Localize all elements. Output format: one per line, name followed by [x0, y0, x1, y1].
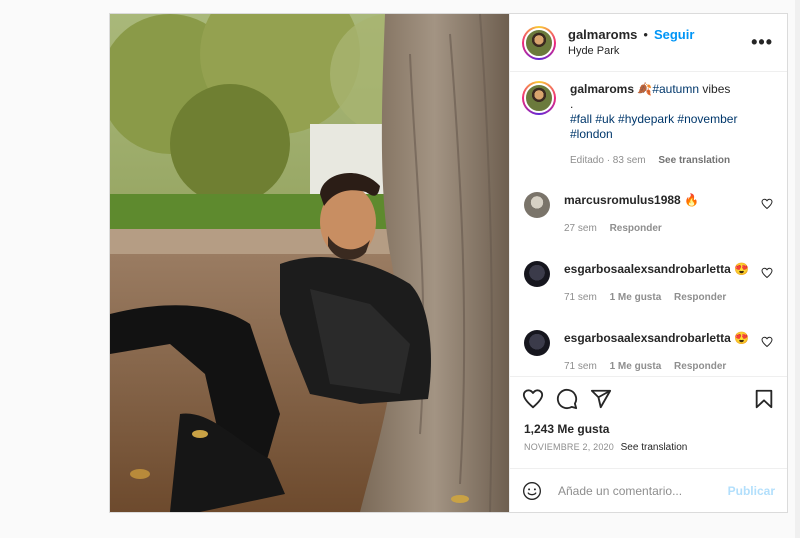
- comment-text-line: esgarbosaalexsandrobarletta 😍: [564, 330, 749, 346]
- comment-likes[interactable]: 1 Me gusta: [610, 292, 662, 303]
- hashtag-autumn[interactable]: #autumn: [652, 82, 699, 96]
- post-actions: [510, 376, 787, 420]
- comment-time[interactable]: 27 sem: [564, 223, 597, 234]
- comment-meta: 27 sem Responder: [564, 221, 699, 237]
- commenter-avatar[interactable]: [524, 192, 550, 218]
- commenter-username[interactable]: esgarbosaalexsandrobarletta: [564, 262, 731, 276]
- emoji-icon[interactable]: [522, 481, 542, 501]
- comment-heart-icon[interactable]: [761, 198, 773, 210]
- comment-time[interactable]: 71 sem: [564, 361, 597, 372]
- author-username[interactable]: galmaroms: [568, 27, 637, 43]
- comment-reply-button[interactable]: Responder: [610, 223, 662, 234]
- comment-item: esgarbosaalexsandrobarletta 😍 71 sem 1 M…: [522, 330, 773, 375]
- separator-dot: •: [643, 26, 648, 42]
- comment-body: marcusromulus1988 🔥 27 sem Responder: [564, 192, 699, 237]
- caption-see-translation[interactable]: See translation: [658, 155, 730, 166]
- add-comment-bar: Publicar: [510, 468, 787, 512]
- bookmark-icon[interactable]: [753, 388, 775, 410]
- publish-button[interactable]: Publicar: [728, 484, 775, 498]
- caption-text: vibes: [699, 82, 731, 96]
- comment-text-line: marcusromulus1988 🔥: [564, 192, 699, 208]
- comment-text-line: esgarbosaalexsandrobarletta 😍: [564, 261, 749, 277]
- post-photo[interactable]: [110, 14, 509, 512]
- comment-meta: 71 sem 1 Me gusta Responder: [564, 359, 749, 375]
- comment-item: marcusromulus1988 🔥 27 sem Responder: [522, 192, 773, 237]
- comment-reply-button[interactable]: Responder: [674, 292, 726, 303]
- commenter-username[interactable]: marcusromulus1988: [564, 193, 681, 207]
- more-icon[interactable]: •••: [751, 32, 773, 53]
- comment-text: 😍: [730, 331, 750, 345]
- caption-line1: galmaroms 🍂#autumn vibes: [570, 82, 750, 97]
- scrollbar-track[interactable]: [795, 0, 800, 538]
- comments-section: galmaroms 🍂#autumn vibes . #fall #uk #hy…: [510, 72, 787, 376]
- likes-count[interactable]: 1,243 Me gusta: [510, 420, 787, 438]
- comment-reply-button[interactable]: Responder: [674, 361, 726, 372]
- caption-body: galmaroms 🍂#autumn vibes . #fall #uk #hy…: [570, 82, 750, 168]
- header-line: galmaroms • Seguir: [568, 27, 694, 43]
- comment-input[interactable]: [556, 482, 728, 499]
- caption-line2: .: [570, 97, 574, 111]
- post-location[interactable]: Hyde Park: [568, 43, 694, 59]
- post-caption: galmaroms 🍂#autumn vibes . #fall #uk #hy…: [522, 81, 773, 168]
- post-date-row: NOVIEMBRE 2, 2020 See translation: [510, 438, 787, 462]
- comment-text: 🔥: [680, 193, 700, 207]
- caption-username[interactable]: galmaroms: [570, 82, 634, 96]
- date-see-translation[interactable]: See translation: [621, 442, 688, 453]
- caption-hashtags[interactable]: #fall #uk #hydepark #november #london: [570, 112, 750, 142]
- commenter-username[interactable]: esgarbosaalexsandrobarletta: [564, 331, 731, 345]
- commenter-avatar[interactable]: [524, 330, 550, 356]
- comment-item: esgarbosaalexsandrobarletta 😍 71 sem 1 M…: [522, 261, 773, 306]
- comment-body: esgarbosaalexsandrobarletta 😍 71 sem 1 M…: [564, 330, 749, 375]
- commenter-avatar[interactable]: [524, 261, 550, 287]
- comment-text: 😍: [730, 262, 750, 276]
- caption-edited: Editado · 83 sem: [570, 155, 646, 166]
- heart-icon[interactable]: [522, 388, 544, 410]
- follow-button[interactable]: Seguir: [654, 27, 694, 43]
- header-text: galmaroms • Seguir Hyde Park: [568, 27, 694, 59]
- caption-emoji: 🍂: [637, 82, 653, 96]
- instagram-post: galmaroms • Seguir Hyde Park ••• galmaro…: [109, 13, 788, 513]
- comment-time[interactable]: 71 sem: [564, 292, 597, 303]
- post-sidebar: galmaroms • Seguir Hyde Park ••• galmaro…: [509, 14, 787, 512]
- post-date[interactable]: NOVIEMBRE 2, 2020: [524, 442, 614, 452]
- comment-heart-icon[interactable]: [761, 267, 773, 279]
- comment-body: esgarbosaalexsandrobarletta 😍 71 sem 1 M…: [564, 261, 749, 306]
- comment-heart-icon[interactable]: [761, 336, 773, 348]
- photo-illustration: [110, 14, 509, 512]
- post-header: galmaroms • Seguir Hyde Park •••: [510, 14, 787, 72]
- share-icon[interactable]: [590, 388, 612, 410]
- comment-meta: 71 sem 1 Me gusta Responder: [564, 290, 749, 306]
- caption-avatar[interactable]: [522, 81, 556, 115]
- comment-icon[interactable]: [556, 388, 578, 410]
- caption-meta: Editado · 83 sem See translation: [570, 153, 750, 168]
- author-avatar[interactable]: [522, 25, 556, 60]
- comment-likes[interactable]: 1 Me gusta: [610, 361, 662, 372]
